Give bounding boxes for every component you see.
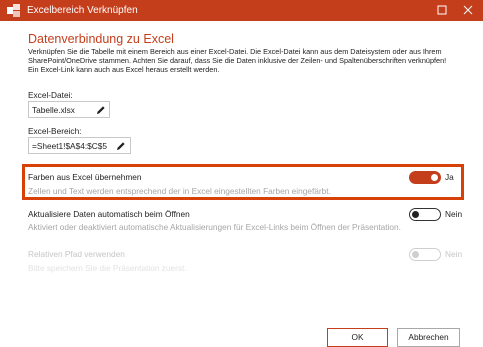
app-icon [7, 4, 20, 17]
relative-path-toggle [409, 248, 441, 261]
toggle-knob [412, 211, 419, 218]
cancel-button[interactable]: Abbrechen [397, 328, 460, 347]
option-colors-description: Zellen und Text werden entsprechend der … [28, 186, 331, 196]
maximize-icon[interactable] [435, 3, 449, 17]
option-autoupdate-description: Aktiviert oder deaktiviert automatische … [28, 222, 401, 232]
colors-toggle-label: Ja [445, 172, 454, 182]
window-title: Excelbereich Verknüpfen [27, 5, 138, 16]
description-line: Ein Excel-Link kann auch aus Excel herau… [28, 65, 220, 74]
description-line: SharePoint/OneDrive stammen. Achten Sie … [28, 56, 447, 65]
description: Verknüpfen Sie die Tabelle mit einem Ber… [28, 47, 468, 74]
option-relative-path-description: Bitte speichern Sie die Präsentation zue… [28, 263, 187, 273]
autoupdate-toggle-label: Nein [445, 209, 463, 219]
description-line: Verknüpfen Sie die Tabelle mit einem Ber… [28, 47, 442, 56]
ok-button[interactable]: OK [327, 328, 388, 347]
title-bar: Excelbereich Verknüpfen [0, 0, 483, 21]
excel-range-value: =Sheet1!$A$4:$C$5 [32, 141, 107, 151]
option-autoupdate-title: Aktualisiere Daten automatisch beim Öffn… [28, 209, 190, 219]
relative-path-toggle-label: Nein [445, 249, 463, 259]
toggle-knob [431, 174, 438, 181]
option-colors-title: Farben aus Excel übernehmen [28, 172, 142, 182]
page-heading: Datenverbindung zu Excel [28, 32, 174, 46]
excel-range-label: Excel-Bereich: [28, 126, 82, 136]
close-icon[interactable] [461, 3, 475, 17]
colors-toggle[interactable] [409, 171, 441, 184]
autoupdate-toggle[interactable] [409, 208, 441, 221]
excel-file-field[interactable]: Tabelle.xlsx [28, 101, 110, 118]
excel-range-field[interactable]: =Sheet1!$A$4:$C$5 [28, 137, 131, 154]
toggle-knob [412, 251, 419, 258]
excel-file-label: Excel-Datei: [28, 90, 73, 100]
excel-file-value: Tabelle.xlsx [32, 105, 75, 115]
pencil-icon[interactable] [116, 141, 126, 151]
option-relative-path-title: Relativen Pfad verwenden [28, 249, 125, 259]
pencil-icon[interactable] [96, 105, 106, 115]
